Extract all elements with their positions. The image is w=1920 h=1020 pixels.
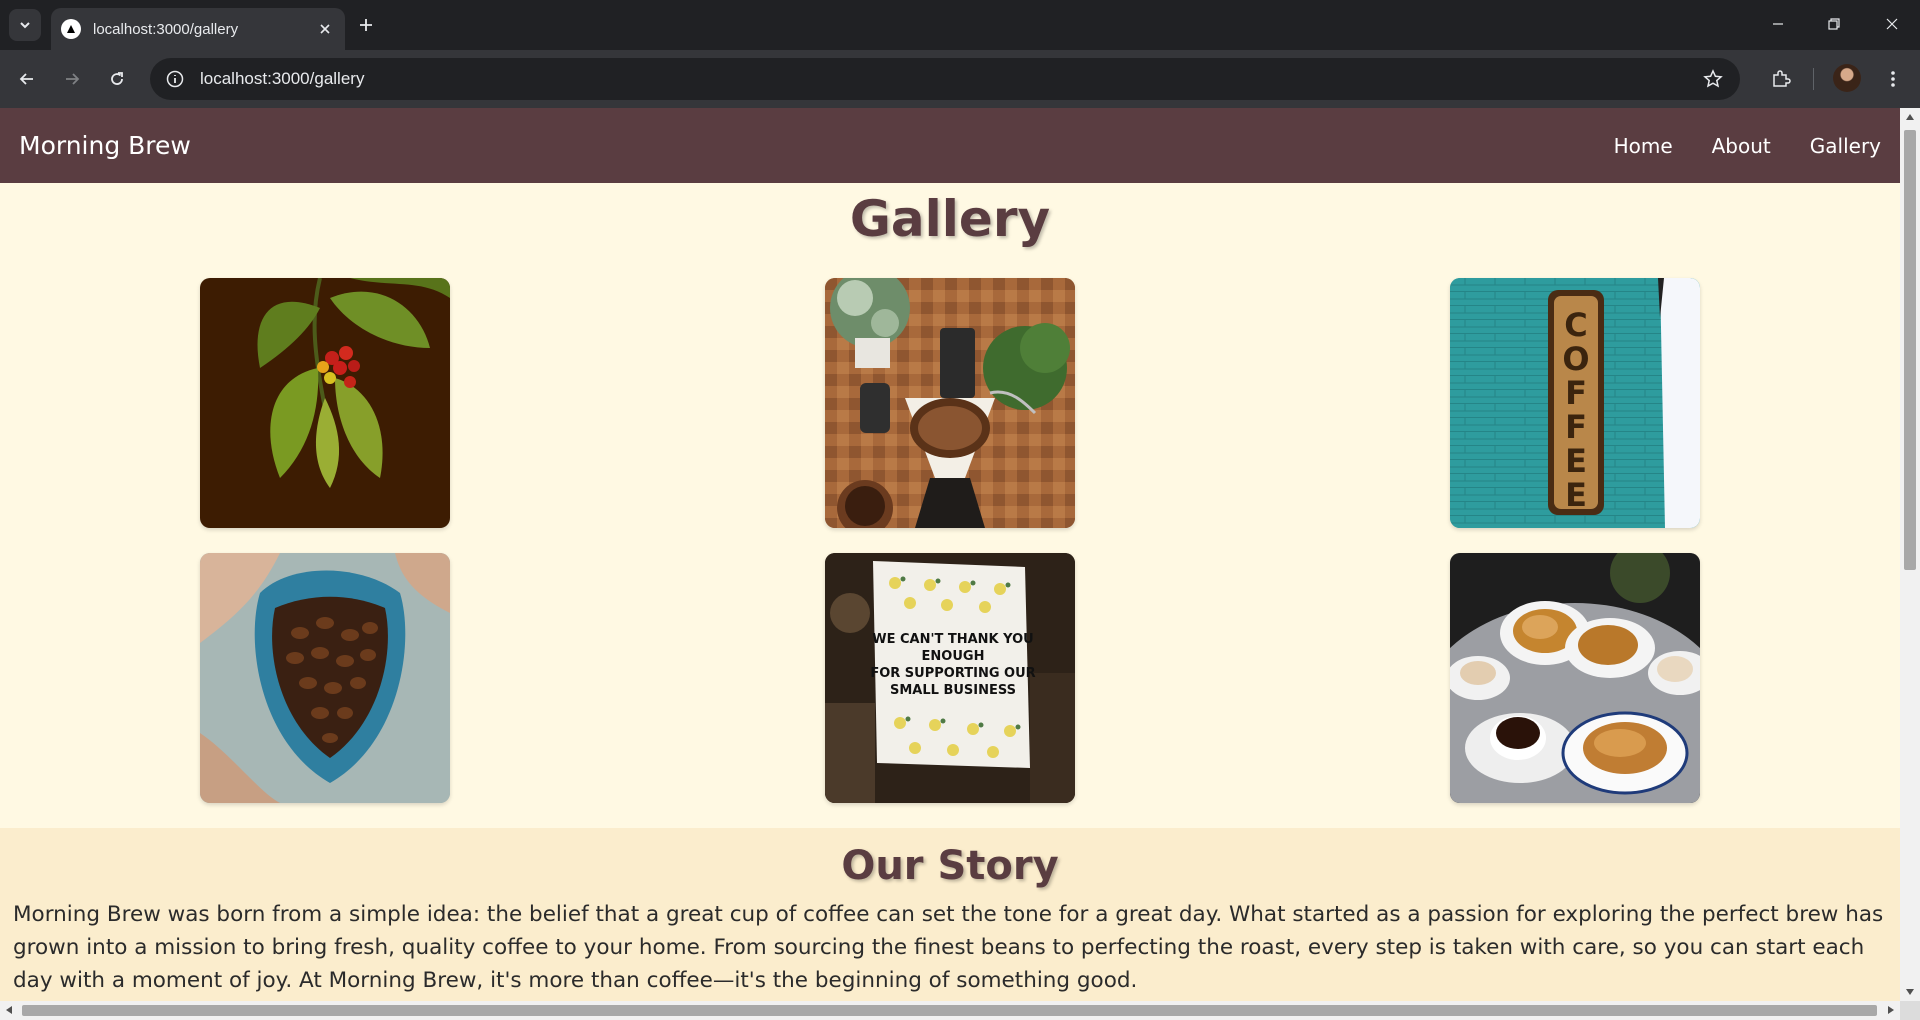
address-bar[interactable]: localhost:3000/gallery (150, 58, 1740, 100)
extensions-button[interactable] (1764, 62, 1798, 96)
toolbar-divider (1813, 68, 1814, 90)
kebab-menu-icon (1891, 71, 1895, 87)
sign-line-1: WE CAN'T THANK YOU (872, 632, 1033, 647)
scroll-left-arrow-icon[interactable] (6, 1006, 12, 1014)
nav-links: Home About Gallery (1614, 134, 1881, 158)
scrollbar-corner (1900, 1001, 1920, 1020)
nav-link-about[interactable]: About (1712, 134, 1771, 158)
horizontal-scroll-thumb[interactable] (22, 1005, 1877, 1016)
site-brand[interactable]: Morning Brew (19, 131, 191, 160)
svg-text:O: O (1562, 340, 1589, 378)
nextjs-favicon-icon (61, 19, 81, 39)
minimize-icon (1773, 23, 1783, 25)
puzzle-icon (1773, 70, 1791, 87)
horizontal-scrollbar[interactable] (0, 1001, 1900, 1020)
story-text: Morning Brew was born from a simple idea… (13, 902, 1884, 993)
profile-avatar[interactable] (1833, 64, 1861, 92)
gallery-photo-croissants (1450, 553, 1700, 803)
svg-text:E: E (1565, 442, 1587, 480)
restore-icon (1828, 18, 1840, 30)
sign-line-3: FOR SUPPORTING OUR (870, 666, 1035, 681)
nav-link-gallery[interactable]: Gallery (1810, 134, 1881, 158)
scroll-up-arrow-icon[interactable] (1906, 114, 1914, 120)
tab-close-icon[interactable] (313, 17, 337, 41)
site-navbar: Morning Brew Home About Gallery (0, 108, 1900, 183)
browser-tab-strip: localhost:3000/gallery (0, 0, 1920, 50)
scroll-down-arrow-icon[interactable] (1906, 989, 1914, 995)
svg-text:F: F (1565, 408, 1587, 446)
new-tab-button[interactable] (352, 11, 380, 39)
gallery-title: Gallery (849, 190, 1051, 248)
nav-link-home[interactable]: Home (1614, 134, 1673, 158)
gallery-photo-pour-over (825, 278, 1075, 528)
forward-button[interactable] (55, 62, 89, 96)
sign-line-2: ENOUGH (922, 649, 985, 664)
browser-toolbar: localhost:3000/gallery (0, 50, 1920, 108)
page-viewport: Morning Brew Home About Gallery Gallery (0, 108, 1900, 1001)
reload-button[interactable] (100, 62, 134, 96)
restore-button[interactable] (1806, 0, 1862, 48)
url-text[interactable]: localhost:3000/gallery (200, 69, 1698, 89)
arrow-right-icon (66, 73, 80, 85)
minimize-button[interactable] (1750, 0, 1806, 48)
gallery-photo-coffee-plant (200, 278, 450, 528)
coffee-sign-letters: C (1564, 306, 1587, 344)
back-button[interactable] (10, 62, 44, 96)
plus-icon (360, 19, 372, 31)
svg-text:F: F (1565, 374, 1587, 412)
story-title: Our Story (841, 843, 1059, 889)
vertical-scroll-thumb[interactable] (1904, 130, 1916, 570)
scroll-right-arrow-icon[interactable] (1888, 1006, 1894, 1014)
arrow-left-icon (19, 73, 33, 85)
vertical-scrollbar[interactable] (1900, 108, 1920, 1001)
gallery-photo-thank-you-sign: WE CAN'T THANK YOU ENOUGH FOR SUPPORTING… (825, 553, 1075, 803)
gallery-photo-coffee-beans-bag (200, 553, 450, 803)
gallery-photo-coffee-sign: C O F F E E (1450, 278, 1700, 528)
site-info-icon[interactable] (164, 68, 186, 90)
chevron-down-icon (20, 22, 30, 29)
browser-tab[interactable]: localhost:3000/gallery (51, 8, 345, 50)
tab-title: localhost:3000/gallery (93, 20, 239, 38)
sign-line-4: SMALL BUSINESS (890, 683, 1016, 698)
svg-text:E: E (1565, 476, 1587, 514)
our-story-section: Our Story Morning Brew was born from a s… (0, 828, 1900, 1001)
browser-menu-button[interactable] (1876, 62, 1910, 96)
close-window-button[interactable] (1864, 0, 1920, 48)
close-icon (1886, 18, 1898, 30)
reload-icon (111, 72, 123, 85)
bookmark-star-icon[interactable] (1698, 64, 1728, 94)
tab-search-button[interactable] (9, 9, 41, 41)
